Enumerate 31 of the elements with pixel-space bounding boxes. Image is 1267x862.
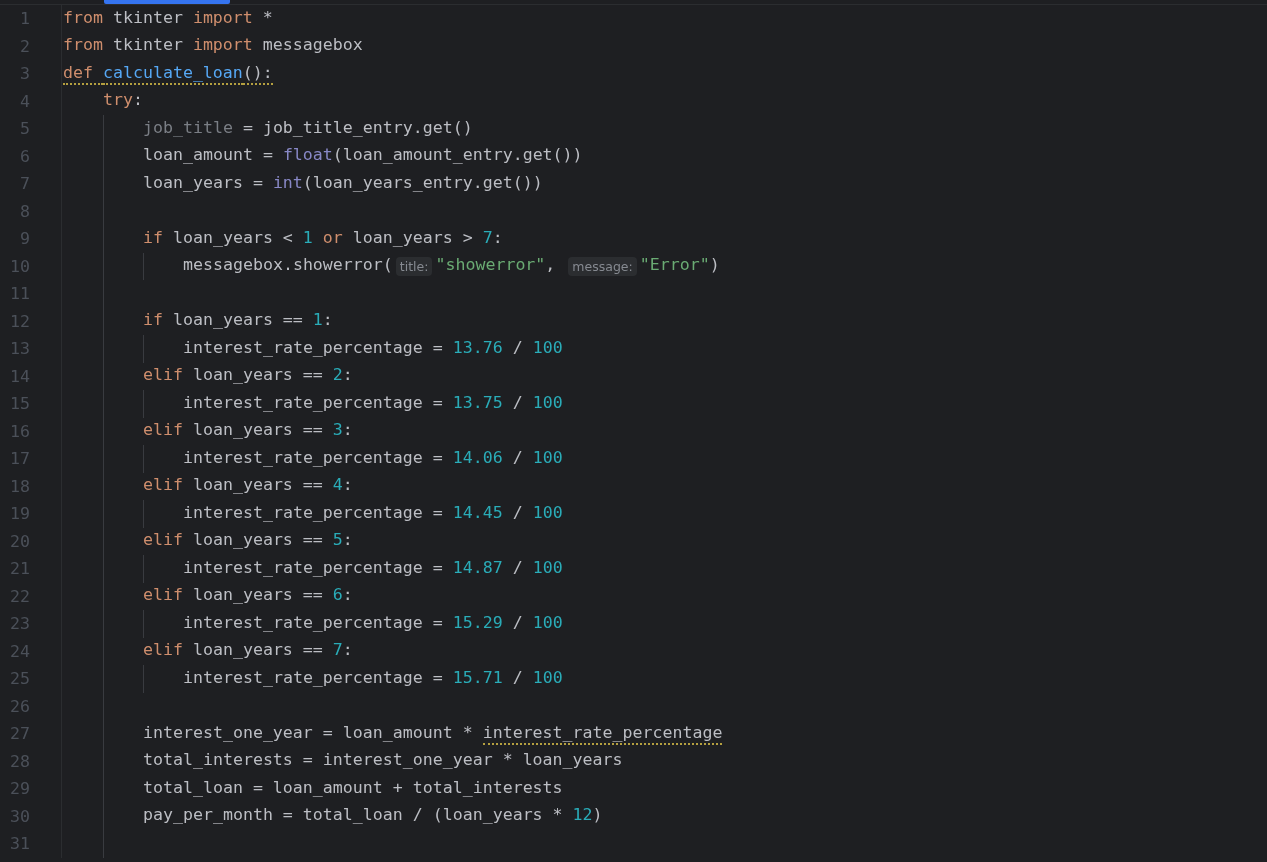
code-text: interest_rate_percentage = 14.87 / 100 xyxy=(183,557,563,579)
code-text: elif loan_years == 7: xyxy=(143,640,353,662)
code-text: if loan_years == 1: xyxy=(143,310,333,332)
code-text: elif loan_years == 5: xyxy=(143,530,353,552)
code-text: "showerror", xyxy=(435,255,557,277)
parameter-hint: title: xyxy=(395,256,433,276)
code-text: elif loan_years == 6: xyxy=(143,585,353,607)
code-text: elif loan_years == 3: xyxy=(143,420,353,442)
code-text: interest_one_year = loan_amount * interest_rate_percentage xyxy=(143,722,723,745)
code-text: try: xyxy=(103,90,143,112)
code-text: interest_rate_percentage = 14.45 / 100 xyxy=(183,502,563,524)
code-text: if loan_years < 1 or loan_years > 7: xyxy=(143,227,503,249)
code-text: interest_rate_percentage = 13.76 / 100 xyxy=(183,337,563,359)
code-text: pay_per_month = total_loan / (loan_years * 12) xyxy=(143,805,603,827)
code-text: total_loan = loan_amount + total_interests xyxy=(143,777,563,799)
code-text: interest_rate_percentage = 15.71 / 100 xyxy=(183,667,563,689)
code-text: from tkinter import * xyxy=(63,7,273,29)
code-text: interest_rate_percentage = 15.29 / 100 xyxy=(183,612,563,634)
code-text: from tkinter import messagebox xyxy=(63,35,363,57)
code-text: loan_amount = float(loan_amount_entry.get()) xyxy=(143,145,583,167)
code-text: job_title = job_title_entry.get() xyxy=(143,117,473,139)
code-text: elif loan_years == 4: xyxy=(143,475,353,497)
code-text: elif loan_years == 2: xyxy=(143,365,353,387)
code-text: messagebox.showerror( xyxy=(183,255,393,277)
code-text: total_interests = interest_one_year * loan_years xyxy=(143,750,623,772)
code-text: interest_rate_percentage = 13.75 / 100 xyxy=(183,392,563,414)
code-text: "Error") xyxy=(639,255,720,277)
code-text: loan_years = int(loan_years_entry.get()) xyxy=(143,172,543,194)
parameter-hint: message: xyxy=(568,256,637,276)
code-text: def calculate_loan(): xyxy=(63,62,273,85)
code-text: interest_rate_percentage = 14.06 / 100 xyxy=(183,447,563,469)
